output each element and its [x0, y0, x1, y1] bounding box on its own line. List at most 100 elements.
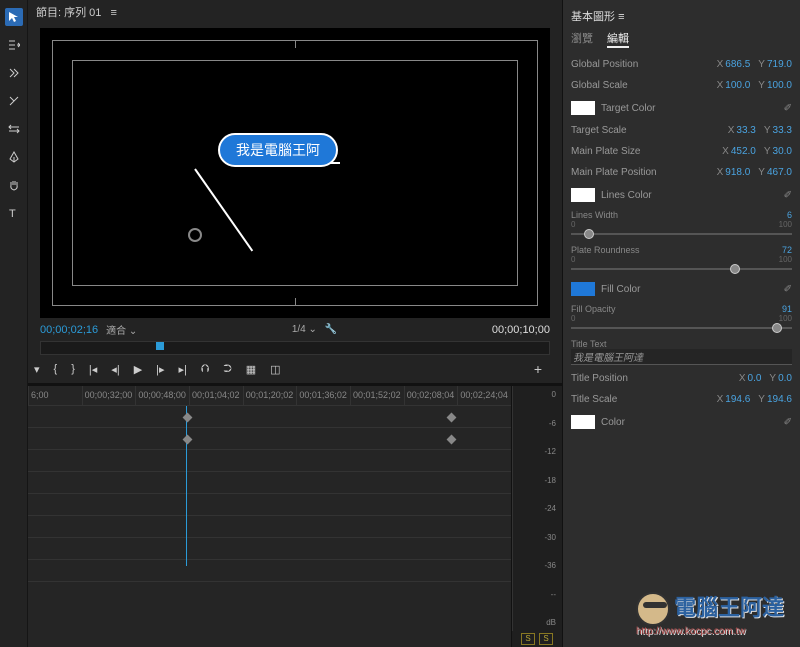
track-row[interactable] — [28, 472, 511, 494]
title-pos-x[interactable]: X0.0 — [731, 373, 762, 384]
tab-browse[interactable]: 瀏覽 — [571, 30, 593, 48]
type-tool[interactable]: T — [5, 204, 23, 222]
global-scale-x[interactable]: X100.0 — [709, 80, 751, 91]
monitor-header: 節目: 序列 01 ≡ — [28, 0, 562, 24]
meter-mark: -30 — [544, 533, 556, 542]
razor-tool[interactable] — [5, 92, 23, 110]
eyedropper-icon[interactable]: ✐ — [784, 190, 792, 201]
timeline-ruler[interactable]: 6;00 00;00;32;00 00;00;48;00 00;01;04;02… — [28, 386, 511, 406]
plate-size-y[interactable]: Y30.0 — [756, 146, 792, 157]
monitor-scrubber[interactable] — [40, 341, 550, 355]
ripple-edit-tool[interactable] — [5, 64, 23, 82]
timeline-body[interactable] — [28, 406, 511, 606]
timeline-tracks[interactable]: 6;00 00;00;32;00 00;00;48;00 00;01;04;02… — [28, 386, 512, 647]
program-monitor[interactable]: 我是電腦王阿 — [40, 28, 550, 318]
essential-graphics-panel: 基本圖形 ≡ 瀏覽 編輯 Global Position X686.5 Y719… — [562, 0, 800, 647]
extract-button[interactable]: ⮊ — [223, 363, 231, 376]
prop-lines-color: Lines Color ✐ — [571, 183, 792, 207]
solo-right-button[interactable]: S — [539, 633, 553, 645]
callout-bubble[interactable]: 我是電腦王阿 — [218, 133, 338, 167]
comparison-view-button[interactable]: ◫ — [270, 363, 280, 376]
timecode-current[interactable]: 00;00;02;16 — [40, 324, 98, 336]
pen-tool[interactable] — [5, 148, 23, 166]
track-row[interactable] — [28, 494, 511, 516]
prop-global-position: Global Position X686.5 Y719.0 — [571, 54, 792, 75]
lines-color-swatch[interactable] — [571, 188, 595, 202]
track-row[interactable] — [28, 450, 511, 472]
ruler-tick: 00;01;52;02 — [350, 386, 404, 405]
play-button[interactable]: ▶ — [134, 363, 142, 376]
solo-left-button[interactable]: S — [521, 633, 535, 645]
selection-tool[interactable] — [5, 8, 23, 26]
eyedropper-icon[interactable]: ✐ — [784, 284, 792, 295]
track-row[interactable] — [28, 538, 511, 560]
roundness-value[interactable]: 72 — [782, 245, 792, 255]
prop-main-plate-position: Main Plate Position X918.0 Y467.0 — [571, 162, 792, 183]
ruler-tick: 00;01;36;02 — [296, 386, 350, 405]
button-editor-plus[interactable]: + — [534, 361, 542, 377]
eyedropper-icon[interactable]: ✐ — [784, 103, 792, 114]
title-text-input[interactable] — [571, 349, 792, 365]
step-back-button[interactable]: ◂| — [111, 363, 119, 376]
opacity-slider[interactable] — [571, 327, 792, 329]
playhead-line[interactable] — [186, 406, 187, 566]
title-scale-y[interactable]: Y194.6 — [750, 394, 792, 405]
prop-plate-roundness: Plate Roundness72 0100 — [571, 242, 792, 277]
fill-color-swatch[interactable] — [571, 282, 595, 296]
meter-mark: -18 — [544, 476, 556, 485]
track-row[interactable] — [28, 406, 511, 428]
tab-edit[interactable]: 編輯 — [607, 30, 629, 48]
target-color-swatch[interactable] — [571, 101, 595, 115]
step-forward-button[interactable]: |▸ — [156, 363, 164, 376]
target-scale-y[interactable]: Y33.3 — [756, 125, 792, 136]
roundness-slider[interactable] — [571, 268, 792, 270]
lines-width-slider[interactable] — [571, 233, 792, 235]
track-row[interactable] — [28, 516, 511, 538]
mark-out-button[interactable]: } — [71, 363, 75, 375]
slip-tool[interactable] — [5, 120, 23, 138]
ruler-tick: 00;00;48;00 — [135, 386, 189, 405]
text-color-swatch[interactable] — [571, 415, 595, 429]
title-pos-y[interactable]: Y0.0 — [761, 373, 792, 384]
safe-margin-inner — [72, 60, 518, 286]
panel-tabs: 瀏覽 編輯 — [571, 28, 792, 54]
callout-anchor-dot[interactable] — [188, 228, 202, 242]
settings-icon[interactable]: 🔧 — [325, 324, 337, 335]
opacity-value[interactable]: 91 — [782, 304, 792, 314]
mark-in-button[interactable]: { — [54, 363, 58, 375]
track-row[interactable] — [28, 560, 511, 582]
track-select-tool[interactable] — [5, 36, 23, 54]
lift-button[interactable]: ⮉ — [201, 363, 209, 376]
prop-global-scale: Global Scale X100.0 Y100.0 — [571, 75, 792, 96]
go-to-in-button[interactable]: |◂ — [89, 363, 97, 376]
eyedropper-icon[interactable]: ✐ — [784, 417, 792, 428]
panel-menu-icon[interactable]: ≡ — [110, 7, 116, 19]
add-marker-button[interactable]: ▾ — [34, 363, 40, 376]
global-position-x[interactable]: X686.5 — [709, 59, 751, 70]
slider-thumb[interactable] — [730, 264, 740, 274]
meter-mark: dB — [546, 618, 556, 627]
prop-title-position: Title Position X0.0 Y0.0 — [571, 368, 792, 389]
title-scale-x[interactable]: X194.6 — [709, 394, 751, 405]
global-scale-y[interactable]: Y100.0 — [750, 80, 792, 91]
export-frame-button[interactable]: ▦ — [246, 363, 256, 376]
lines-width-value[interactable]: 6 — [787, 210, 792, 220]
go-to-out-button[interactable]: ▸| — [179, 363, 187, 376]
global-position-y[interactable]: Y719.0 — [750, 59, 792, 70]
zoom-fit-select[interactable]: 適合 ⌄ — [106, 322, 137, 337]
transport-controls: ▾ { } |◂ ◂| ▶ |▸ ▸| ⮉ ⮊ ▦ ◫ + — [28, 355, 562, 383]
plate-pos-x[interactable]: X918.0 — [709, 167, 751, 178]
target-scale-x[interactable]: X33.3 — [720, 125, 756, 136]
ruler-tick: 00;01;20;02 — [243, 386, 297, 405]
plate-pos-y[interactable]: Y467.0 — [750, 167, 792, 178]
slider-thumb[interactable] — [584, 229, 594, 239]
hand-tool[interactable] — [5, 176, 23, 194]
audio-meter: 0 -6 -12 -18 -24 -30 -36 -- dB S S — [512, 386, 562, 647]
track-row[interactable] — [28, 428, 511, 450]
ruler-tick: 00;02;24;04 — [457, 386, 511, 405]
playback-resolution[interactable]: 1/4 ⌄ — [292, 324, 317, 335]
playhead-marker[interactable] — [156, 342, 164, 350]
slider-thumb[interactable] — [772, 323, 782, 333]
prop-color: Color ✐ — [571, 410, 792, 434]
plate-size-x[interactable]: X452.0 — [714, 146, 756, 157]
